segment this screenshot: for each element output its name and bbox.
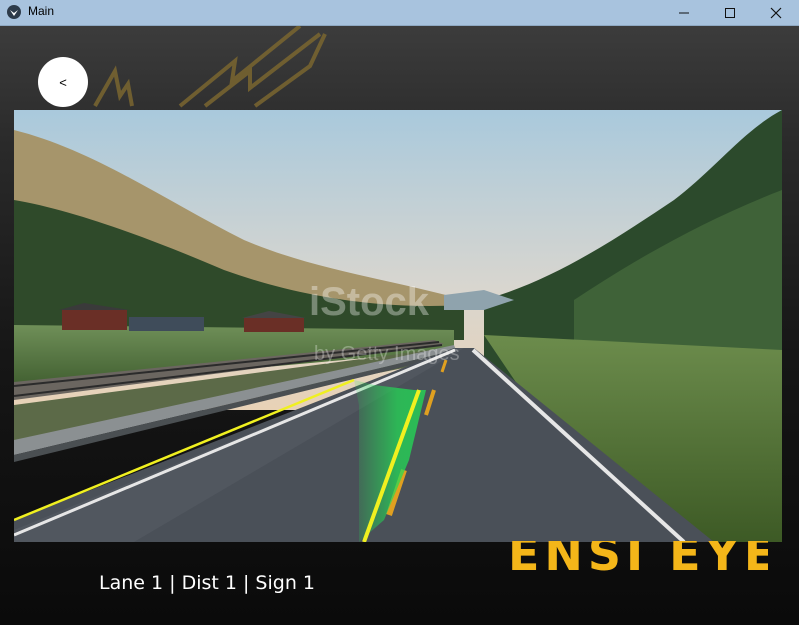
- app-icon: [7, 5, 21, 19]
- brand-logo: ENSI EYE: [508, 541, 768, 589]
- watermark-main: iStock: [309, 280, 430, 324]
- close-icon: [770, 7, 782, 18]
- close-button[interactable]: [753, 0, 799, 25]
- back-button[interactable]: <: [38, 57, 88, 107]
- detection-status: Lane 1 | Dist 1 | Sign 1: [99, 572, 316, 594]
- minimize-icon: [679, 12, 689, 13]
- maximize-icon: [725, 7, 735, 18]
- minimize-button[interactable]: [661, 0, 707, 25]
- window-titlebar: Main: [0, 0, 799, 26]
- background-logo-graphic: [93, 26, 327, 108]
- window-title: Main: [28, 4, 55, 18]
- maximize-button[interactable]: [707, 0, 753, 25]
- camera-feed: iStock by Getty Images: [14, 110, 782, 542]
- main-screen: < iStock by Getty Images Lane 1 | Dist 1…: [0, 26, 799, 625]
- watermark-sub: by Getty Images: [314, 343, 460, 365]
- brand-text: ENSI EYE: [508, 541, 768, 581]
- road-scene-image: iStock by Getty Images: [14, 110, 782, 542]
